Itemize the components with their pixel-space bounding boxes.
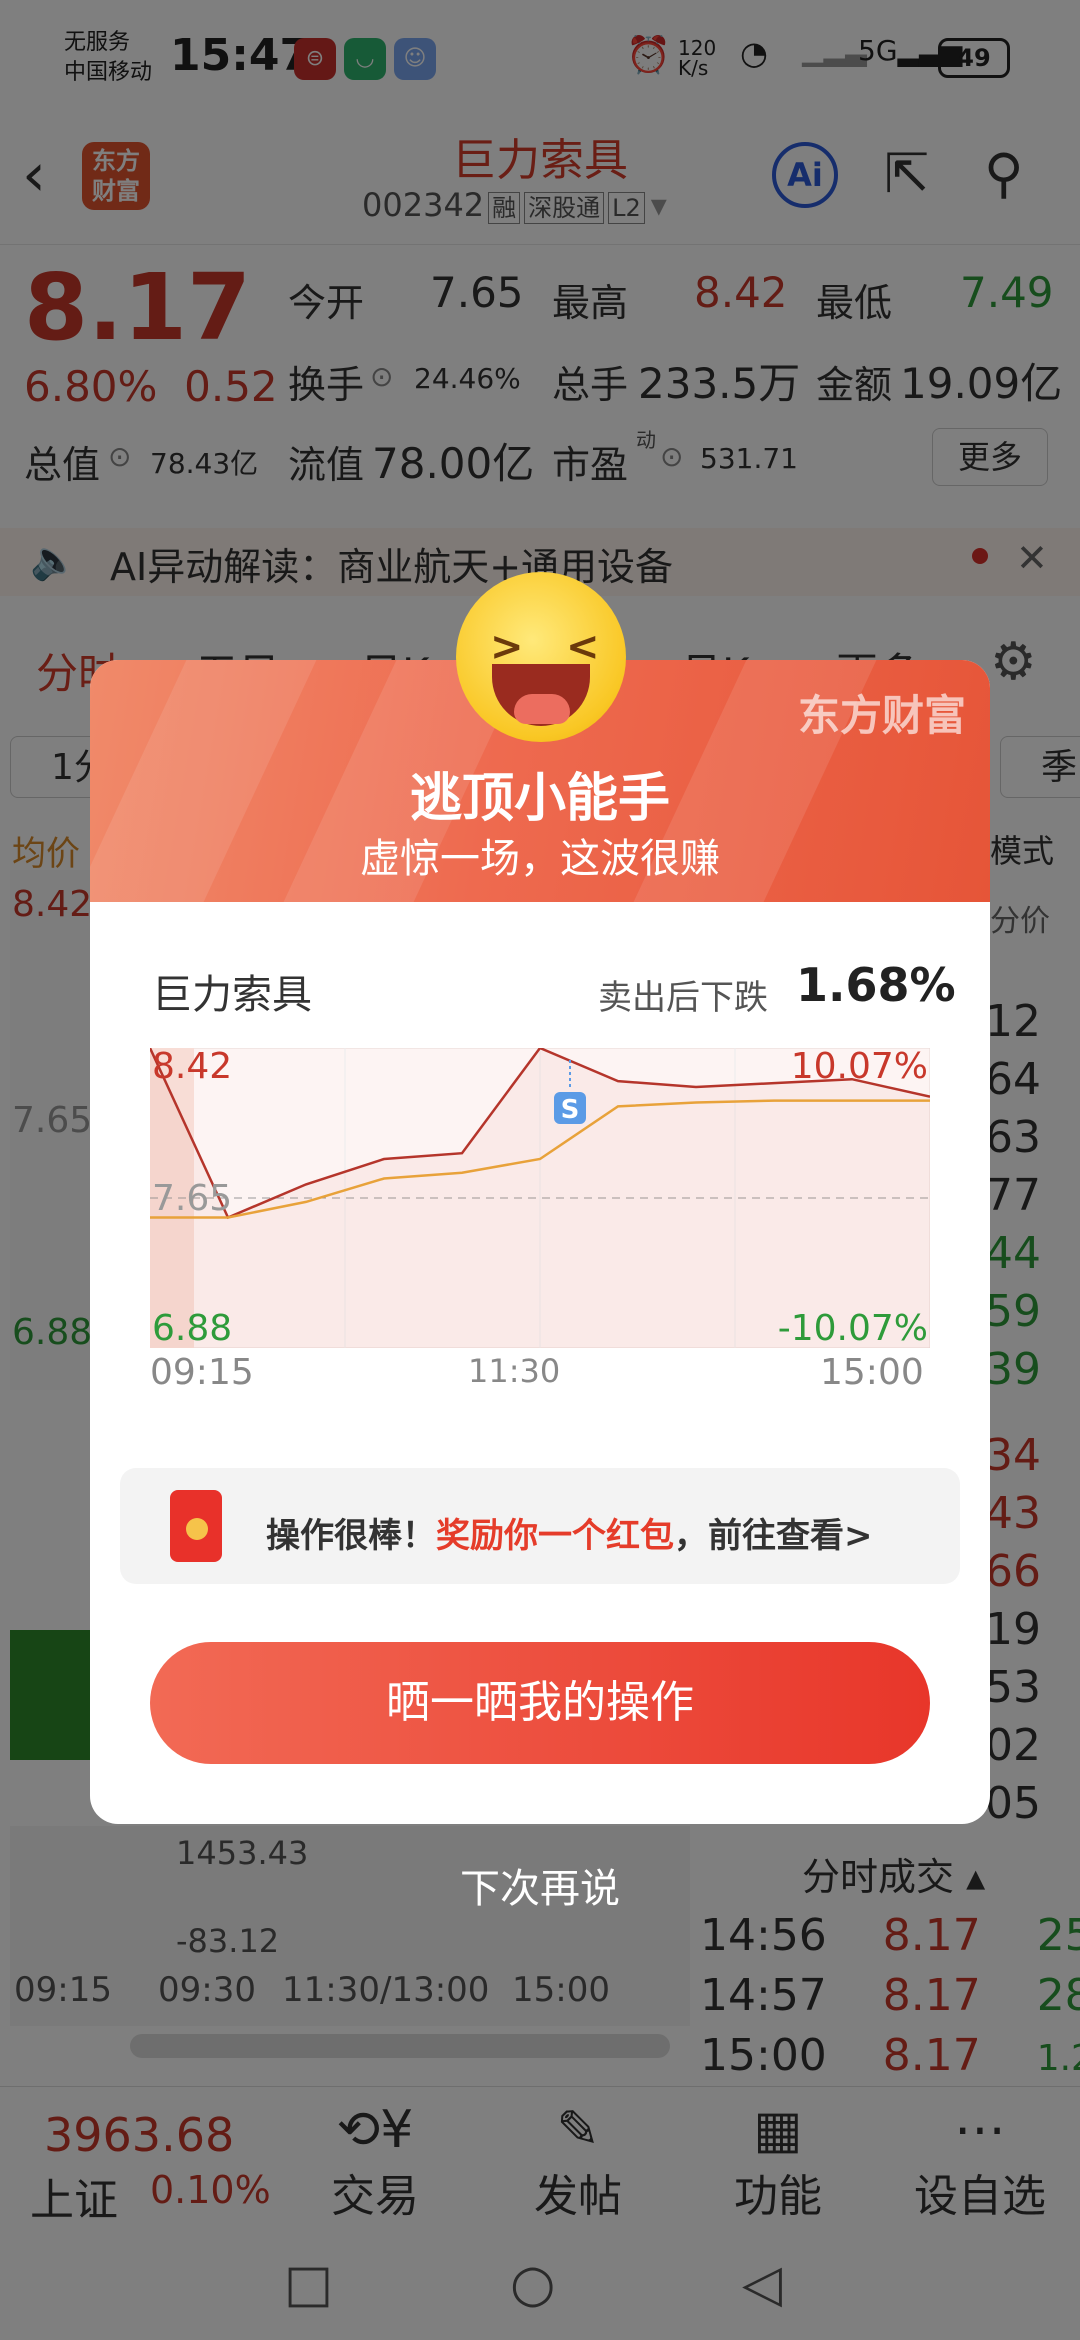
reward-highlight: 奖励你一个红包 bbox=[436, 1516, 674, 1556]
chart-x-tick: 09:15 bbox=[150, 1352, 254, 1393]
y-tick-low: 6.88 bbox=[152, 1308, 232, 1348]
chart-x-tick: 15:00 bbox=[820, 1352, 924, 1393]
emoji-tongue bbox=[514, 694, 570, 724]
reward-dialog: 东方财富 逃顶小能手 虚惊一场，这波很赚 巨力索具 卖出后下跌 1.68% 8.… bbox=[90, 660, 990, 1824]
chart-x-tick: 11:30 bbox=[468, 1352, 561, 1390]
brand-watermark: 东方财富 bbox=[797, 691, 966, 740]
dialog-title: 逃顶小能手 bbox=[409, 769, 670, 829]
drop-after-sell-value: 1.68% bbox=[796, 958, 956, 1012]
y-tick-high: 8.42 bbox=[152, 1048, 232, 1087]
dismiss-later-link[interactable]: 下次再说 bbox=[0, 1856, 1080, 1914]
dialog-stock-name: 巨力索具 bbox=[152, 972, 312, 1018]
sell-marker-label: S bbox=[561, 1095, 580, 1125]
drop-after-sell-label: 卖出后下跌 bbox=[598, 978, 768, 1018]
envelope-seal bbox=[186, 1518, 208, 1540]
y-tick-mid: 7.65 bbox=[152, 1178, 232, 1219]
pct-tick-low: -10.07% bbox=[778, 1308, 928, 1348]
dialog-subtitle: 虚惊一场，这波很赚 bbox=[360, 836, 720, 882]
pct-tick-high: 10.07% bbox=[791, 1048, 928, 1087]
reward-text[interactable]: 操作很棒！奖励你一个红包，前往查看> bbox=[266, 1508, 873, 1557]
share-operation-button[interactable]: 晒一晒我的操作 bbox=[150, 1642, 930, 1764]
reward-suffix: ，前往查看> bbox=[674, 1516, 873, 1556]
trade-chart: 8.42 7.65 6.88 10.07% -10.07% S bbox=[150, 1048, 930, 1348]
reward-prefix: 操作很棒！ bbox=[266, 1516, 436, 1556]
